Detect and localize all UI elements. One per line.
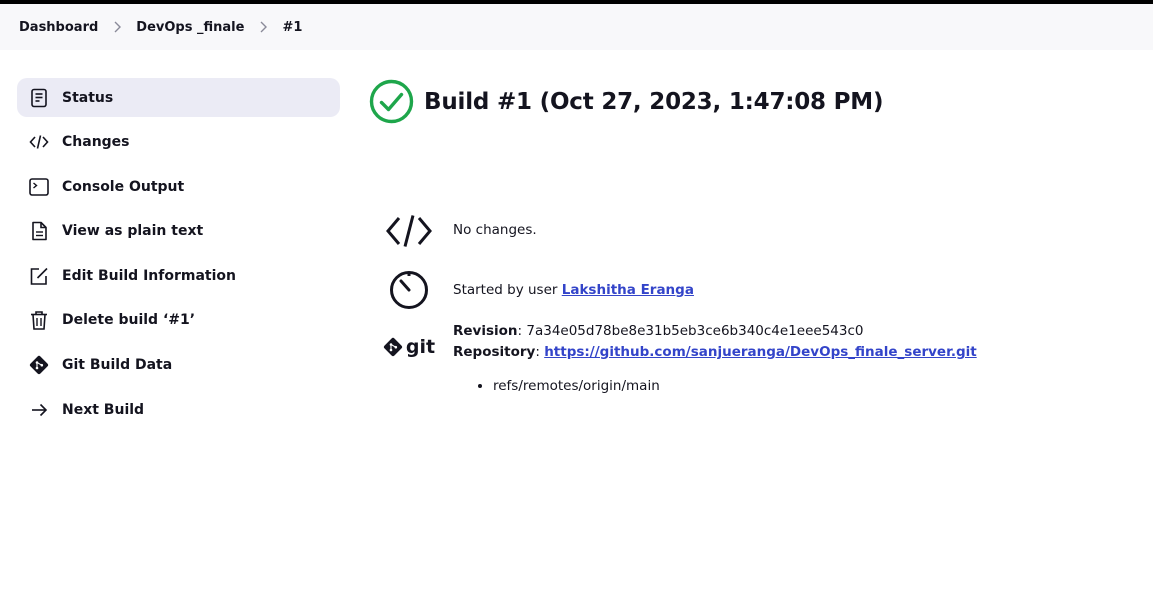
sidebar: Status Changes Console Output View as pl… xyxy=(17,78,340,435)
breadcrumb-build[interactable]: #1 xyxy=(282,20,302,35)
success-check-icon xyxy=(369,79,414,124)
user-link[interactable]: Lakshitha Eranga xyxy=(562,282,694,298)
sidebar-item-delete-build[interactable]: Delete build ‘#1’ xyxy=(17,301,340,340)
sidebar-item-label: Console Output xyxy=(62,178,185,195)
sidebar-item-status[interactable]: Status xyxy=(17,78,340,117)
sidebar-item-label: Next Build xyxy=(62,401,145,418)
sidebar-item-git-build-data[interactable]: Git Build Data xyxy=(17,346,340,385)
timer-icon xyxy=(384,268,434,310)
file-text-icon xyxy=(28,220,50,242)
main-content: Build #1 (Oct 27, 2023, 1:47:08 PM) No c… xyxy=(369,78,1129,394)
sidebar-item-label: Git Build Data xyxy=(62,357,173,374)
repository-line: Repository: https://github.com/sanjueran… xyxy=(453,344,977,360)
sidebar-item-edit-build-info[interactable]: Edit Build Information xyxy=(17,256,340,295)
sidebar-item-plain-text[interactable]: View as plain text xyxy=(17,212,340,251)
sidebar-item-changes[interactable]: Changes xyxy=(17,123,340,162)
build-header: Build #1 (Oct 27, 2023, 1:47:08 PM) xyxy=(369,78,1129,125)
code-icon xyxy=(28,131,50,153)
breadcrumb: Dashboard DevOps _finale #1 xyxy=(0,4,1153,50)
arrow-right-icon xyxy=(28,399,50,421)
breadcrumb-job[interactable]: DevOps _finale xyxy=(136,20,244,35)
breadcrumb-dashboard[interactable]: Dashboard xyxy=(19,20,98,35)
revision-value: 7a34e05d78be8e31b5eb3ce6b340c4e1eee543c0 xyxy=(526,323,864,339)
branch-list: refs/remotes/origin/main xyxy=(493,376,977,397)
sidebar-item-console-output[interactable]: Console Output xyxy=(17,167,340,206)
git-logo-text: git xyxy=(405,335,436,358)
sidebar-item-label: Edit Build Information xyxy=(62,267,236,284)
trash-icon xyxy=(28,309,50,331)
sidebar-item-label: Status xyxy=(62,89,114,106)
document-icon xyxy=(28,87,50,109)
revision-label: Revision xyxy=(453,323,518,339)
chevron-right-icon xyxy=(112,21,122,33)
started-by-text: Started by user Lakshitha Eranga xyxy=(453,280,694,301)
changes-summary: No changes. xyxy=(384,214,537,248)
build-cause: Started by user Lakshitha Eranga xyxy=(384,268,694,310)
list-item: refs/remotes/origin/main xyxy=(493,376,977,397)
page-title: Build #1 (Oct 27, 2023, 1:47:08 PM) xyxy=(424,88,884,115)
revision-line: Revision: 7a34e05d78be8e31b5eb3ce6b340c4… xyxy=(453,323,864,339)
changes-text: No changes. xyxy=(453,222,537,238)
started-by-prefix: Started by user xyxy=(453,282,562,298)
git-logo-icon: git xyxy=(383,335,436,358)
repository-label: Repository xyxy=(453,344,536,360)
git-icon xyxy=(28,354,50,376)
edit-icon xyxy=(28,265,50,287)
sidebar-item-label: Changes xyxy=(62,134,130,151)
code-icon xyxy=(384,214,434,248)
sidebar-item-label: Delete build ‘#1’ xyxy=(62,312,196,329)
sidebar-item-next-build[interactable]: Next Build xyxy=(17,390,340,429)
git-details: Revision: 7a34e05d78be8e31b5eb3ce6b340c4… xyxy=(453,321,977,397)
terminal-icon xyxy=(28,176,50,198)
git-build-info: git Revision: 7a34e05d78be8e31b5eb3ce6b3… xyxy=(383,321,977,397)
repository-link[interactable]: https://github.com/sanjueranga/DevOps_fi… xyxy=(544,344,977,360)
sidebar-item-label: View as plain text xyxy=(62,223,204,240)
chevron-right-icon xyxy=(258,21,268,33)
